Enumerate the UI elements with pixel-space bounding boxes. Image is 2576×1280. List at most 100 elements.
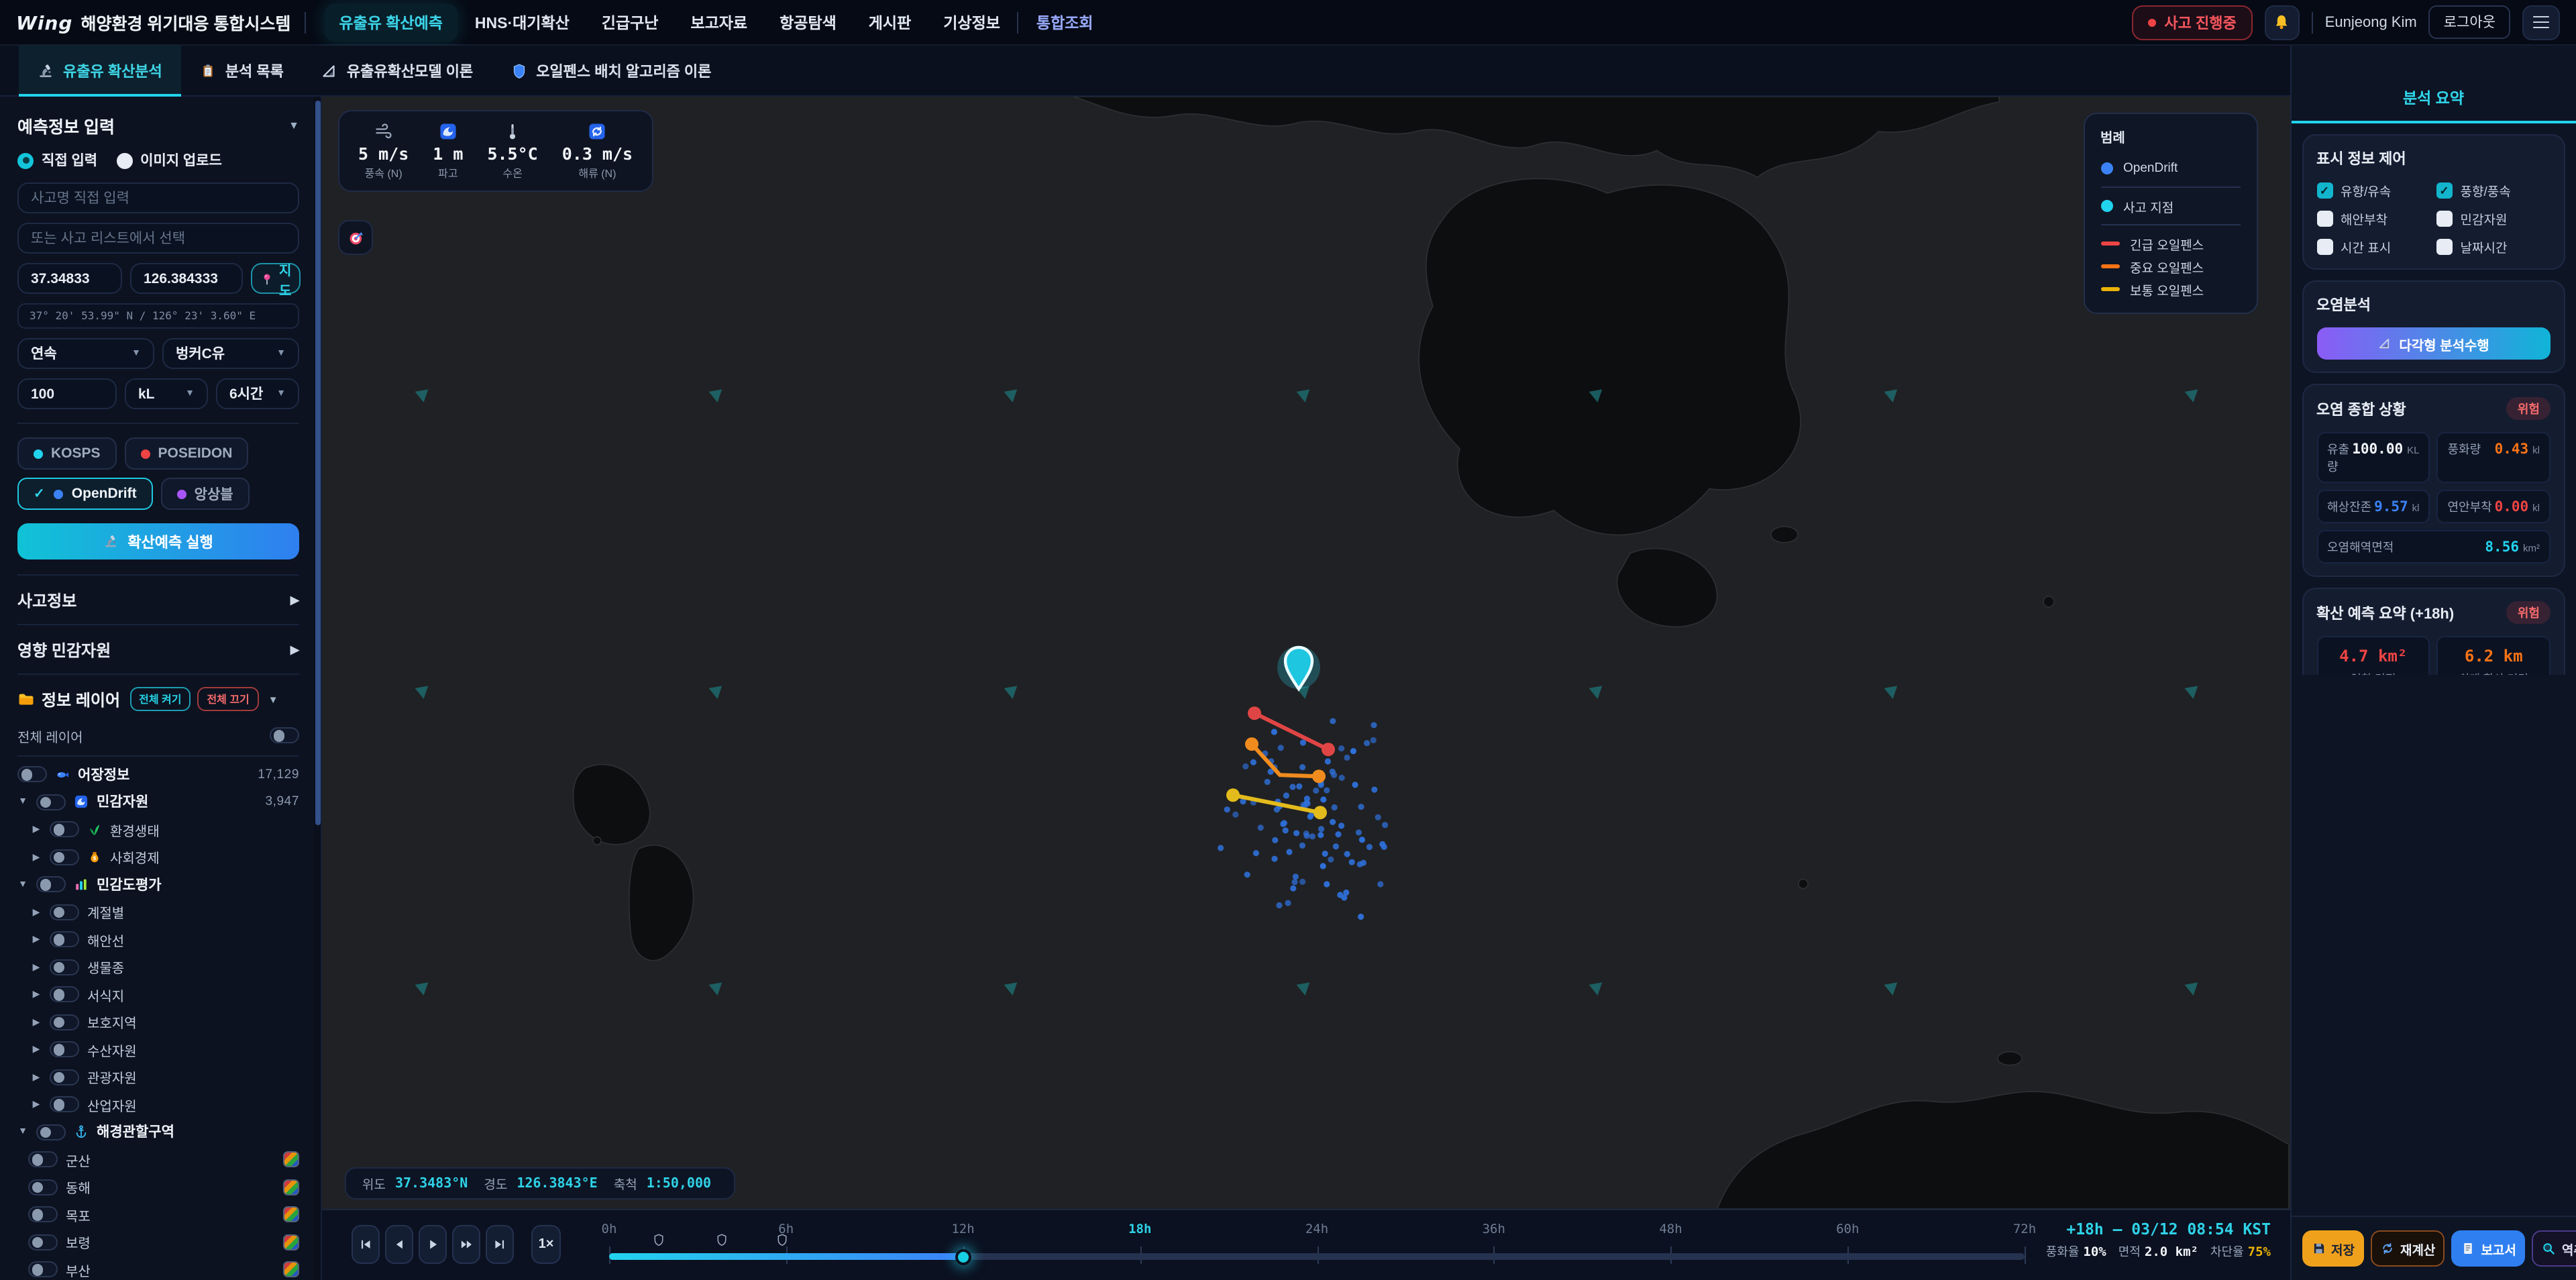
tab-item[interactable]: 유출유확산모델 이론 (303, 46, 492, 95)
hamburger-menu-button[interactable] (2522, 5, 2560, 40)
nav-item[interactable]: 유출유 확산예측 (324, 3, 458, 41)
ff-button[interactable] (452, 1225, 480, 1264)
expand-icon[interactable]: ▶ (31, 824, 42, 835)
display-checkbox[interactable]: ✓ 해안부착 (2316, 209, 2431, 228)
model-chip[interactable]: 앙상블 (161, 478, 250, 510)
map-canvas[interactable]: 5 m/s풍속 (N) 1 m파고 5.5°C수온 0.3 m/s해류 (N) … (322, 97, 2290, 1209)
scrollbar-thumb[interactable] (315, 101, 320, 825)
expand-icon[interactable]: ▼ (17, 1128, 28, 1137)
input-mode-radio[interactable]: 이미지 업로드 (116, 150, 222, 170)
layer-toggle[interactable] (36, 794, 66, 810)
fence-deploy-marker-icon[interactable] (775, 1233, 788, 1250)
nav-item[interactable]: 항공탐색 (765, 3, 851, 41)
report-button[interactable]: 보고서 (2451, 1230, 2525, 1267)
save-button[interactable]: 저장 (2302, 1230, 2364, 1267)
incident-list-input[interactable] (17, 223, 299, 254)
layer-style-button[interactable] (283, 1262, 299, 1278)
trace-button[interactable]: 역추적 (2532, 1230, 2576, 1267)
layer-toggle[interactable] (50, 932, 79, 948)
sidebar-scrollbar[interactable] (314, 97, 321, 1280)
section-incident-info[interactable]: 사고정보 (17, 574, 299, 624)
spill-type-select[interactable]: 연속 (17, 338, 154, 369)
layer-toggle[interactable] (50, 959, 79, 975)
tab-analysis-summary[interactable]: 분석 요약 (2291, 46, 2576, 123)
tab-item[interactable]: 분석 목록 (181, 46, 303, 95)
expand-icon[interactable]: ▶ (31, 962, 42, 973)
duration-select[interactable]: 6시간 (216, 378, 299, 409)
skipend-button[interactable] (486, 1225, 514, 1264)
expand-icon[interactable]: ▶ (31, 907, 42, 918)
timeline-track-area[interactable]: 0h6h12h18h24h36h48h60h72h (609, 1210, 2025, 1280)
pick-on-map-button[interactable]: 지도 (251, 263, 301, 294)
display-checkbox[interactable]: ✓ 유향/유속 (2316, 181, 2431, 200)
nav-item[interactable]: 통합조회 (1022, 3, 1108, 41)
layer-toggle[interactable] (17, 767, 47, 783)
amount-input[interactable] (17, 378, 117, 409)
layer-toggle[interactable] (28, 1207, 58, 1223)
layer-toggle[interactable] (28, 1234, 58, 1250)
timeline-handle[interactable] (955, 1248, 971, 1265)
layer-toggle[interactable] (28, 1152, 58, 1168)
layer-toggle[interactable] (36, 1124, 66, 1140)
expand-icon[interactable]: ▼ (17, 880, 28, 890)
latitude-input[interactable] (17, 263, 122, 294)
model-chip[interactable]: POSEIDON (125, 437, 249, 470)
display-checkbox[interactable]: ✓ 날짜시간 (2436, 237, 2551, 256)
skipstart-button[interactable] (352, 1225, 380, 1264)
longitude-input[interactable] (130, 263, 243, 294)
expand-icon[interactable]: ▶ (31, 935, 42, 945)
layer-style-button[interactable] (283, 1207, 299, 1223)
play-button[interactable] (419, 1225, 447, 1264)
expand-icon[interactable]: ▶ (31, 1100, 42, 1110)
layer-toggle[interactable] (50, 822, 79, 838)
input-mode-radio[interactable]: 직접 입력 (17, 150, 97, 170)
layer-toggle[interactable] (28, 1179, 58, 1195)
layer-toggle[interactable] (36, 877, 66, 893)
model-chip[interactable]: OpenDrift (17, 478, 153, 510)
expand-icon[interactable]: ▶ (31, 990, 42, 1000)
unit-select[interactable]: kL (125, 378, 208, 409)
expand-icon[interactable]: ▶ (31, 1017, 42, 1028)
layer-style-button[interactable] (283, 1234, 299, 1250)
expand-icon[interactable]: ▼ (17, 798, 28, 807)
all-layers-toggle[interactable] (270, 727, 299, 743)
recalc-button[interactable]: 재계산 (2371, 1230, 2445, 1267)
nav-item[interactable]: 기상정보 (928, 3, 1015, 41)
layer-style-button[interactable] (283, 1179, 299, 1195)
layer-toggle[interactable] (50, 1069, 79, 1085)
all-layers-on-button[interactable]: 전체 켜기 (129, 687, 191, 711)
target-tool-button[interactable] (338, 220, 373, 255)
layer-toggle[interactable] (50, 987, 79, 1003)
model-chip[interactable]: KOSPS (17, 437, 117, 470)
expand-icon[interactable]: ▶ (31, 1045, 42, 1055)
incident-name-input[interactable] (17, 182, 299, 213)
layer-toggle[interactable] (50, 849, 79, 865)
prev-button[interactable] (385, 1225, 413, 1264)
tab-item[interactable]: 오일펜스 배치 알고리즘 이론 (492, 46, 730, 95)
nav-item[interactable]: HNS·대기확산 (460, 3, 584, 41)
notifications-button[interactable] (2265, 5, 2300, 40)
layer-toggle[interactable] (50, 1042, 79, 1058)
display-checkbox[interactable]: ✓ 민감자원 (2436, 209, 2551, 228)
logout-button[interactable]: 로그아웃 (2429, 5, 2510, 39)
expand-icon[interactable]: ▶ (31, 1072, 42, 1083)
section-affected-resources[interactable]: 영향 민감자원 (17, 624, 299, 674)
fence-deploy-marker-icon[interactable] (652, 1233, 665, 1250)
polygon-analysis-button[interactable]: 다각형 분석수행 (2316, 327, 2551, 360)
layer-style-button[interactable] (283, 1152, 299, 1168)
layer-toggle[interactable] (50, 1097, 79, 1113)
tab-active[interactable]: 유출유 확산분석 (19, 46, 181, 95)
run-forecast-button[interactable]: 확산예측 실행 (17, 523, 299, 559)
layer-toggle[interactable] (50, 1014, 79, 1030)
all-layers-off-button[interactable]: 전체 끄기 (197, 687, 258, 711)
fence-deploy-marker-icon[interactable] (716, 1233, 729, 1250)
predict-input-section-header[interactable]: 예측정보 입력 (17, 113, 299, 138)
nav-item[interactable]: 긴급구난 (587, 3, 674, 41)
nav-item[interactable]: 게시판 (854, 3, 926, 41)
oil-type-select[interactable]: 벙커C유 (162, 338, 299, 369)
expand-icon[interactable]: ▶ (31, 852, 42, 863)
display-checkbox[interactable]: ✓ 풍향/풍속 (2436, 181, 2551, 200)
display-checkbox[interactable]: ✓ 시간 표시 (2316, 237, 2431, 256)
playback-speed-button[interactable]: 1× (531, 1225, 561, 1264)
layer-toggle[interactable] (50, 904, 79, 920)
